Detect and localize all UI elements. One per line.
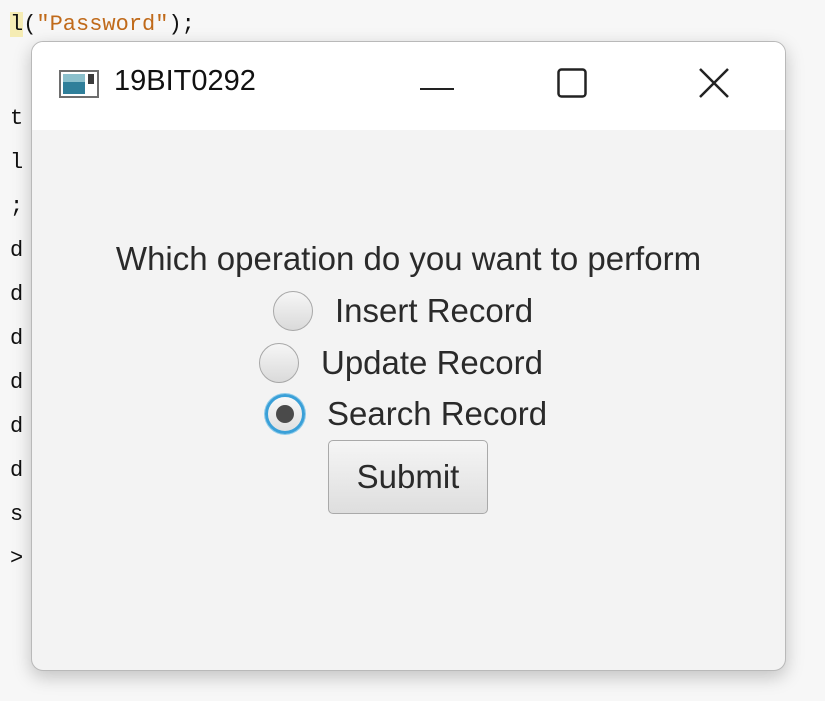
code-gutter-line: d	[10, 458, 24, 483]
app-window: 19BIT0292 Which operation do you want to…	[31, 41, 786, 671]
close-button[interactable]	[686, 62, 742, 108]
code-open-paren: (	[23, 12, 37, 37]
minimize-button[interactable]	[409, 62, 465, 108]
code-gutter-line: d	[10, 326, 24, 351]
maximize-icon	[557, 68, 587, 102]
radio-option-insert-record[interactable]: Insert Record	[273, 289, 533, 333]
app-window-icon	[59, 70, 99, 98]
code-highlighted-char: l	[10, 12, 24, 37]
code-gutter-line: l	[10, 150, 24, 175]
code-gutter-line: ;	[10, 194, 24, 219]
code-gutter-line: d	[10, 238, 24, 263]
code-line-password: l("Password");	[10, 12, 195, 37]
radio-button-update[interactable]	[259, 343, 299, 383]
close-icon	[698, 67, 730, 103]
code-gutter-line: d	[10, 370, 24, 395]
window-title: 19BIT0292	[114, 65, 256, 97]
radio-option-search-record[interactable]: Search Record	[265, 392, 547, 436]
radio-label-insert: Insert Record	[335, 292, 534, 329]
radio-label-update: Update Record	[321, 344, 543, 381]
radio-option-update-record[interactable]: Update Record	[259, 341, 543, 385]
minimize-icon	[420, 76, 454, 95]
maximize-button[interactable]	[544, 62, 600, 108]
operation-question-label: Which operation do you want to perform	[115, 240, 702, 277]
submit-button[interactable]: Submit	[328, 440, 488, 514]
radio-button-insert[interactable]	[273, 291, 313, 331]
code-gutter-line: s	[10, 502, 24, 527]
code-gutter-line: >	[10, 546, 24, 571]
radio-button-search[interactable]	[265, 394, 305, 434]
window-content: Which operation do you want to perform I…	[32, 130, 785, 670]
code-gutter-line: t	[10, 106, 24, 131]
code-close-paren: );	[168, 12, 195, 37]
code-gutter-line: d	[10, 414, 24, 439]
code-gutter-line: d	[10, 282, 24, 307]
radio-label-search: Search Record	[327, 395, 548, 432]
title-bar[interactable]: 19BIT0292	[32, 42, 785, 130]
code-string-literal: "Password"	[36, 12, 169, 37]
